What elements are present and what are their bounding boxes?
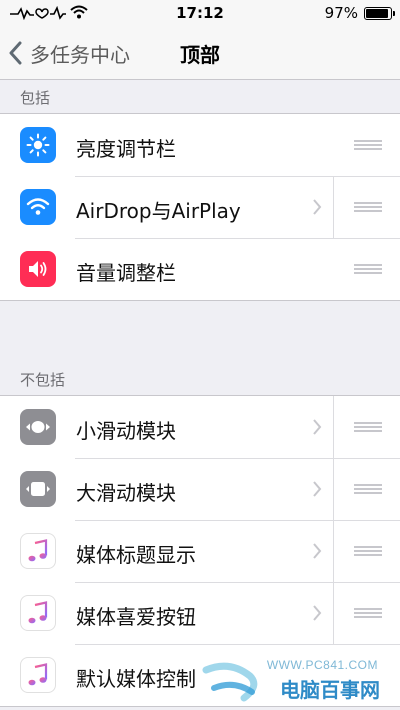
volume-icon (20, 251, 56, 287)
navigation-bar: 多任务中心 顶部 (0, 26, 400, 80)
list-item-label: 媒体标题显示 (76, 543, 196, 567)
watermark-brand: 电脑百事网 (280, 678, 380, 702)
page-title-text: 顶部 (180, 43, 220, 67)
brightness-icon (20, 127, 56, 163)
list-item-media-title[interactable]: 媒体标题显示 (0, 520, 400, 582)
list-item-airdrop-airplay[interactable]: AirDrop与AirPlay (0, 176, 400, 238)
watermark-url: WWW.PC841.COM (266, 658, 378, 672)
chevron-right-icon (313, 605, 322, 621)
chevron-right-icon (313, 199, 322, 215)
reorder-handle[interactable] (354, 264, 382, 274)
watermark: WWW.PC841.COM 电脑百事网 (200, 656, 390, 706)
list-item-label: AirDrop与AirPlay (76, 199, 241, 223)
row-divider (333, 520, 334, 582)
row-divider (333, 458, 334, 520)
reorder-handle[interactable] (354, 202, 382, 212)
row-divider (333, 582, 334, 644)
list-item-label: 音量调整栏 (76, 261, 176, 285)
list-item-label: 默认媒体控制 (76, 667, 196, 691)
music-note-icon (20, 595, 56, 631)
reorder-handle[interactable] (354, 422, 382, 432)
row-divider (333, 176, 334, 238)
row-divider (333, 396, 334, 458)
reorder-handle[interactable] (354, 140, 382, 150)
reorder-handle[interactable] (354, 608, 382, 618)
list-item-volume[interactable]: 音量调整栏 (0, 238, 400, 300)
section-header-excluded: 不包括 (20, 371, 66, 389)
list-item-large-slider[interactable]: 大滑动模块 (0, 458, 400, 520)
chevron-right-icon (313, 481, 322, 497)
section-header-included: 包括 (20, 89, 51, 107)
list-item-label: 亮度调节栏 (76, 137, 176, 161)
reorder-handle[interactable] (354, 546, 382, 556)
wifi-icon (20, 189, 56, 225)
chevron-right-icon (313, 419, 322, 435)
list-item-label: 小滑动模块 (76, 419, 176, 443)
battery-icon (364, 7, 395, 20)
large-slider-icon (20, 471, 56, 507)
list-item-label: 大滑动模块 (76, 481, 176, 505)
included-group: 亮度调节栏 AirDrop与AirPlay 音量调整栏 (0, 113, 400, 301)
reorder-handle[interactable] (354, 484, 382, 494)
music-note-icon (20, 657, 56, 693)
chevron-right-icon (313, 543, 322, 559)
list-item-brightness[interactable]: 亮度调节栏 (0, 114, 400, 176)
list-item-label: 媒体喜爱按钮 (76, 605, 196, 629)
small-slider-icon (20, 409, 56, 445)
music-note-icon (20, 533, 56, 569)
status-bar: 17:12 97% (0, 0, 400, 26)
battery-percent: 97% (324, 4, 358, 22)
list-item-media-favorite[interactable]: 媒体喜爱按钮 (0, 582, 400, 644)
list-item-small-slider[interactable]: 小滑动模块 (0, 396, 400, 458)
page-title: 顶部 (0, 39, 400, 68)
